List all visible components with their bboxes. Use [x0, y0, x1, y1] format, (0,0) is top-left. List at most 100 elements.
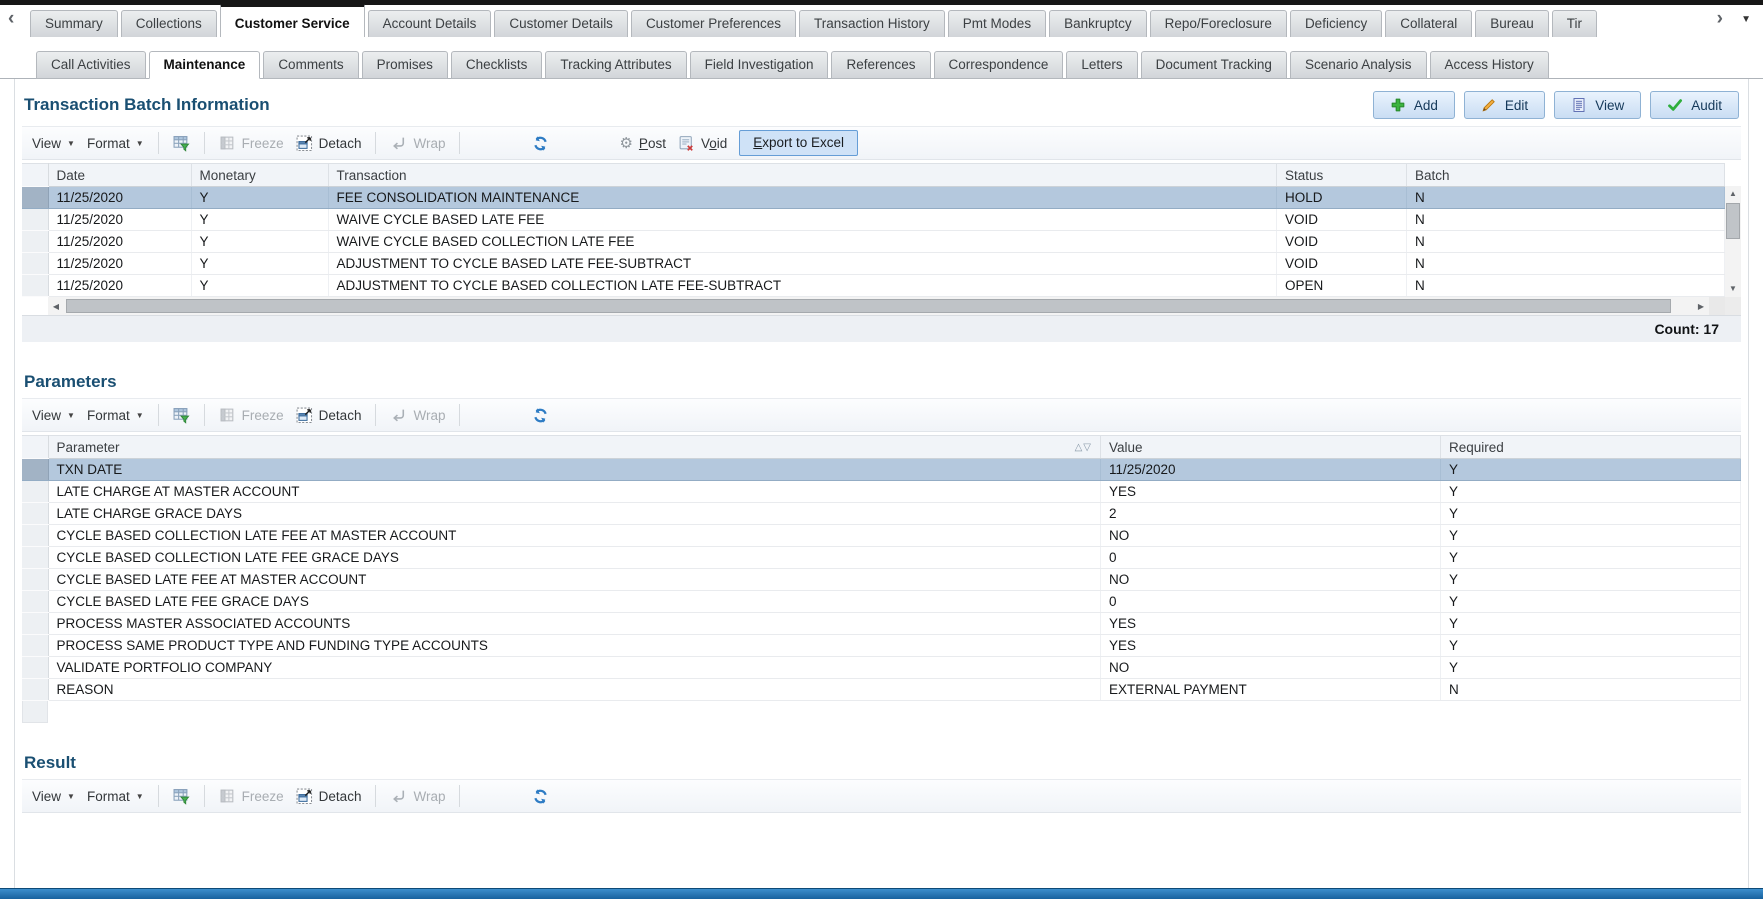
- refresh-button[interactable]: [532, 407, 549, 424]
- row-header-cell[interactable]: [22, 252, 49, 275]
- edit-button[interactable]: Edit: [1463, 91, 1546, 119]
- query-by-example-button[interactable]: [173, 407, 190, 424]
- column-header-parameter[interactable]: Parameter △▽: [48, 435, 1101, 459]
- tab-document-tracking[interactable]: Document Tracking: [1140, 51, 1287, 79]
- parameter-row[interactable]: LATE CHARGE AT MASTER ACCOUNT YES Y: [22, 480, 1741, 503]
- batch-row[interactable]: 11/25/2020 Y WAIVE CYCLE BASED LATE FEE VOI…: [22, 208, 1725, 231]
- wrap-button[interactable]: Wrap: [390, 407, 445, 424]
- column-header-monetary[interactable]: Monetary: [191, 163, 329, 187]
- horizontal-scroll-thumb[interactable]: [66, 299, 1671, 313]
- parameter-row[interactable]: PROCESS MASTER ASSOCIATED ACCOUNTS YES Y: [22, 612, 1741, 635]
- detach-button[interactable]: Detach: [296, 407, 361, 424]
- tab-letters[interactable]: Letters: [1066, 51, 1138, 79]
- tab-deficiency[interactable]: Deficiency: [1289, 10, 1383, 37]
- tab-scroll-left-icon[interactable]: ‹: [8, 9, 14, 29]
- tab-references[interactable]: References: [831, 51, 931, 79]
- row-header-cell[interactable]: [22, 480, 49, 503]
- row-header-cell[interactable]: [22, 524, 49, 547]
- horizontal-scrollbar[interactable]: ◀ ▶: [48, 297, 1725, 315]
- void-button[interactable]: Void: [678, 135, 727, 152]
- parameter-row[interactable]: CYCLE BASED LATE FEE GRACE DAYS 0 Y: [22, 590, 1741, 613]
- column-header-transaction[interactable]: Transaction: [328, 163, 1277, 187]
- batch-row[interactable]: 11/25/2020 Y FEE CONSOLIDATION MAINTENANCE…: [22, 186, 1725, 209]
- tab-field-investigation[interactable]: Field Investigation: [689, 51, 829, 79]
- tab-promises[interactable]: Promises: [361, 51, 448, 79]
- column-header-date[interactable]: Date: [48, 163, 192, 187]
- parameter-row[interactable]: LATE CHARGE GRACE DAYS 2 Y: [22, 502, 1741, 525]
- tab-call-activities[interactable]: Call Activities: [36, 51, 146, 79]
- column-header-required[interactable]: Required: [1440, 435, 1741, 459]
- row-header-cell[interactable]: [22, 590, 49, 613]
- tab-account-details[interactable]: Account Details: [367, 10, 492, 37]
- parameter-row[interactable]: CYCLE BASED COLLECTION LATE FEE GRACE DA…: [22, 546, 1741, 569]
- view-menu[interactable]: View ▼: [32, 789, 75, 804]
- row-header-cell[interactable]: [22, 186, 49, 209]
- tab-scenario-analysis[interactable]: Scenario Analysis: [1289, 51, 1427, 79]
- row-header-cell[interactable]: [22, 502, 49, 525]
- tab-customer-details[interactable]: Customer Details: [494, 10, 628, 37]
- wrap-button[interactable]: Wrap: [390, 135, 445, 152]
- freeze-button[interactable]: Freeze: [219, 407, 284, 424]
- wrap-button[interactable]: Wrap: [390, 788, 445, 805]
- row-header-cell[interactable]: [22, 274, 49, 297]
- tab-comments[interactable]: Comments: [263, 51, 359, 79]
- row-header-cell[interactable]: [22, 458, 49, 481]
- tab-summary[interactable]: Summary: [30, 10, 118, 37]
- tab-pmt-modes[interactable]: Pmt Modes: [947, 10, 1047, 37]
- tab-collateral[interactable]: Collateral: [1385, 10, 1473, 37]
- column-header-status[interactable]: Status: [1276, 163, 1407, 187]
- vertical-scrollbar[interactable]: ▲ ▼: [1725, 160, 1741, 315]
- view-menu[interactable]: View ▼: [32, 408, 75, 423]
- batch-row[interactable]: 11/25/2020 Y ADJUSTMENT TO CYCLE BASED COL…: [22, 274, 1725, 297]
- batch-row[interactable]: 11/25/2020 Y ADJUSTMENT TO CYCLE BASED LAT…: [22, 252, 1725, 275]
- tab-access-history[interactable]: Access History: [1429, 51, 1549, 79]
- format-menu[interactable]: Format ▼: [87, 136, 144, 151]
- refresh-button[interactable]: [532, 788, 549, 805]
- parameter-row[interactable]: PROCESS SAME PRODUCT TYPE AND FUNDING TY…: [22, 634, 1741, 657]
- sort-ascending-descending-icon[interactable]: △▽: [1075, 442, 1092, 453]
- row-header-cell[interactable]: [22, 208, 49, 231]
- parameter-row[interactable]: CYCLE BASED COLLECTION LATE FEE AT MASTE…: [22, 524, 1741, 547]
- format-menu[interactable]: Format ▼: [87, 408, 144, 423]
- vertical-scroll-track[interactable]: ▲ ▼: [1725, 186, 1741, 297]
- detach-button[interactable]: Detach: [296, 135, 361, 152]
- tab-checklists[interactable]: Checklists: [450, 51, 543, 79]
- freeze-button[interactable]: Freeze: [219, 788, 284, 805]
- tab-scroll-right-icon[interactable]: ›: [1717, 9, 1723, 29]
- view-button[interactable]: View: [1554, 91, 1642, 119]
- scroll-left-arrow-icon[interactable]: ◀: [48, 302, 64, 311]
- scroll-right-arrow-icon[interactable]: ▶: [1693, 302, 1709, 311]
- audit-button[interactable]: Audit: [1650, 91, 1739, 119]
- parameter-row[interactable]: REASON EXTERNAL PAYMENT N: [22, 678, 1741, 701]
- tab-customer-service[interactable]: Customer Service: [219, 3, 365, 37]
- export-to-excel-button[interactable]: Export to Excel: [739, 130, 859, 156]
- column-header-batch[interactable]: Batch: [1406, 163, 1725, 187]
- horizontal-scroll-track[interactable]: [64, 297, 1693, 315]
- format-menu[interactable]: Format ▼: [87, 789, 144, 804]
- column-header-value[interactable]: Value: [1100, 435, 1441, 459]
- row-header-cell[interactable]: [22, 678, 49, 701]
- row-header-cell[interactable]: [22, 568, 49, 591]
- batch-row[interactable]: 11/25/2020 Y WAIVE CYCLE BASED COLLECTION …: [22, 230, 1725, 253]
- tab-maintenance[interactable]: Maintenance: [148, 51, 261, 79]
- post-button[interactable]: ⚙ Post: [619, 136, 665, 151]
- query-by-example-button[interactable]: [173, 135, 190, 152]
- row-header-cell[interactable]: [22, 546, 49, 569]
- detach-button[interactable]: Detach: [296, 788, 361, 805]
- refresh-button[interactable]: [532, 135, 549, 152]
- query-by-example-button[interactable]: [173, 788, 190, 805]
- add-button[interactable]: Add: [1372, 91, 1455, 119]
- tab-customer-preferences[interactable]: Customer Preferences: [630, 10, 796, 37]
- tab-collections[interactable]: Collections: [120, 10, 217, 37]
- tab-bureau[interactable]: Bureau: [1475, 10, 1549, 37]
- parameter-row[interactable]: CYCLE BASED LATE FEE AT MASTER ACCOUNT NO…: [22, 568, 1741, 591]
- parameter-row[interactable]: TXN DATE 11/25/2020 Y: [22, 458, 1741, 481]
- tab-bankruptcy[interactable]: Bankruptcy: [1049, 10, 1147, 37]
- tab-repo-foreclosure[interactable]: Repo/Foreclosure: [1149, 10, 1287, 37]
- scroll-up-arrow-icon[interactable]: ▲: [1725, 187, 1741, 201]
- row-header-cell[interactable]: [22, 656, 49, 679]
- tab-correspondence[interactable]: Correspondence: [933, 51, 1064, 79]
- parameter-row[interactable]: VALIDATE PORTFOLIO COMPANY NO Y: [22, 656, 1741, 679]
- freeze-button[interactable]: Freeze: [219, 135, 284, 152]
- vertical-scroll-thumb[interactable]: [1726, 203, 1740, 239]
